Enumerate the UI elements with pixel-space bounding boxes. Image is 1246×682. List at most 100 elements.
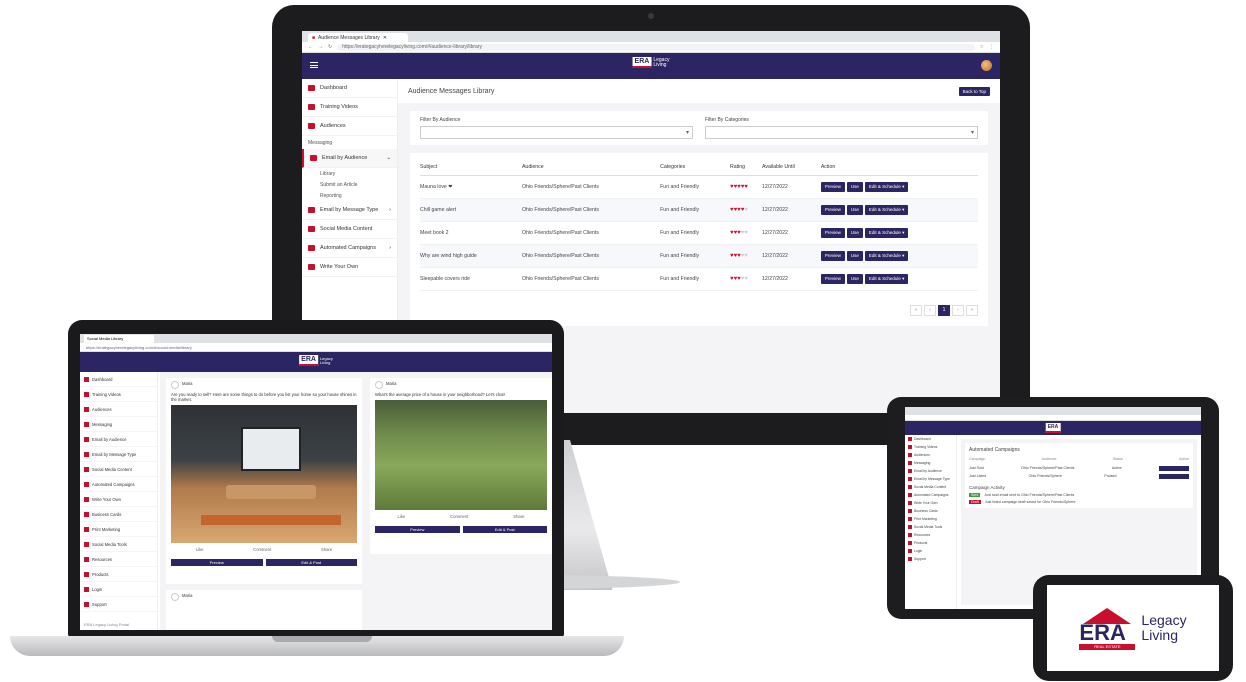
col-subject[interactable]: Subject (420, 159, 522, 176)
page-next[interactable]: › (952, 304, 964, 316)
hamburger-menu-icon[interactable] (310, 62, 318, 68)
share-button[interactable]: Share (513, 514, 524, 519)
laptop-sidebar-item[interactable]: Social Media Tools (80, 537, 157, 552)
tablet-sidebar-item[interactable]: Products (905, 539, 956, 547)
tablet-action-button[interactable] (1158, 473, 1189, 479)
laptop-sidebar-item[interactable]: Print Marketing (80, 522, 157, 537)
tablet-sidebar-item[interactable]: Email by Message Type (905, 475, 956, 483)
tablet-cell: Paused (1104, 474, 1117, 478)
page-current[interactable]: 1 (938, 304, 950, 316)
sidebar-item-write-your-own[interactable]: Write Your Own (302, 258, 397, 277)
preview-button[interactable]: Preview (820, 250, 845, 261)
sidebar-subitem-submit-article[interactable]: Submit an Article (302, 179, 397, 190)
tablet-action-button[interactable] (1158, 465, 1189, 471)
preview-button[interactable]: Preview (820, 204, 845, 215)
edit-schedule-button[interactable]: Edit & Schedule ▾ (864, 204, 909, 215)
sidebar-item-training-videos[interactable]: Training Videos (302, 98, 397, 117)
page-first[interactable]: « (910, 304, 922, 316)
laptop-sidebar-item[interactable]: Messaging (80, 417, 157, 432)
laptop-tab[interactable]: Social Media Library (84, 335, 154, 343)
menu-icon (84, 586, 89, 592)
sidebar-item-audiences[interactable]: Audiences (302, 117, 397, 136)
laptop-sidebar-item[interactable]: Login (80, 582, 157, 597)
laptop-sidebar-item[interactable]: Audiences (80, 402, 157, 417)
edit-schedule-button[interactable]: Edit & Schedule ▾ (864, 273, 909, 284)
laptop-address-bar[interactable]: https://erategacyherelegacyliving.com/#/… (80, 343, 552, 352)
use-button[interactable]: Use (846, 181, 863, 192)
tablet-sidebar-item[interactable]: Resources (905, 531, 956, 539)
tablet-sidebar-item[interactable]: Dashboard (905, 435, 956, 443)
sidebar-item-automated-campaigns[interactable]: Automated Campaigns › (302, 239, 397, 258)
tablet-sidebar-item[interactable]: Login (905, 547, 956, 555)
laptop-sidebar-item[interactable]: Business Cards (80, 507, 157, 522)
sidebar-item-dashboard[interactable]: Dashboard (302, 79, 397, 98)
edit-schedule-button[interactable]: Edit & Schedule ▾ (864, 250, 909, 261)
use-button[interactable]: Use (846, 250, 863, 261)
laptop-sidebar-item[interactable]: Write Your Own (80, 492, 157, 507)
tablet-sidebar-item[interactable]: Support (905, 555, 956, 563)
address-bar[interactable]: https://erategacyherelegacyliving.com/#/… (337, 43, 975, 51)
cell-rating: ♥♥♥♥♥ (730, 267, 762, 291)
preview-button[interactable]: Preview (820, 181, 845, 192)
laptop-sidebar-item[interactable]: Automated Campaigns (80, 477, 157, 492)
sidebar-item-email-by-message-type[interactable]: Email by Message Type › (302, 201, 397, 220)
browser-tab[interactable]: ■ Audience Messages Library ✕ (308, 33, 408, 42)
laptop-sidebar-item[interactable]: Resources (80, 552, 157, 567)
page-last[interactable]: » (966, 304, 978, 316)
category-select[interactable] (705, 126, 978, 139)
tablet-sidebar-item[interactable]: Business Cards (905, 507, 956, 515)
laptop-sidebar-item[interactable]: Training Videos (80, 387, 157, 402)
sidebar-item-email-by-audience[interactable]: Email by Audience ⌄ (302, 149, 397, 168)
laptop-sidebar-item[interactable]: Support (80, 597, 157, 612)
laptop-sidebar-item[interactable]: Products (80, 567, 157, 582)
edit-schedule-button[interactable]: Edit & Schedule ▾ (864, 181, 909, 192)
tablet-sidebar-item[interactable]: Automated Campaigns (905, 491, 956, 499)
forward-icon[interactable]: → (318, 44, 323, 50)
sidebar-subitem-reporting[interactable]: Reporting (302, 190, 397, 201)
tablet-sidebar-item[interactable]: Write Your Own (905, 499, 956, 507)
use-button[interactable]: Use (846, 204, 863, 215)
laptop-sidebar-item[interactable]: Dashboard (80, 372, 157, 387)
edit-post-button[interactable]: Edit & Post (462, 526, 547, 533)
laptop-sidebar-item[interactable]: Email by Message Type (80, 447, 157, 462)
tablet-sidebar-item[interactable]: Email by Audience (905, 467, 956, 475)
comment-button[interactable]: Comment (253, 547, 271, 552)
use-button[interactable]: Use (846, 227, 863, 238)
close-tab-icon[interactable]: ✕ (383, 35, 387, 41)
tablet-sidebar-item[interactable]: Messaging (905, 459, 956, 467)
like-button[interactable]: Like (397, 514, 405, 519)
tablet-sidebar-item[interactable]: Social Media Content (905, 483, 956, 491)
col-available-until[interactable]: Available Until (761, 159, 821, 176)
like-button[interactable]: Like (196, 547, 204, 552)
audience-select[interactable] (420, 126, 693, 139)
preview-button[interactable]: Preview (820, 227, 845, 238)
tablet-sidebar-label: Email by Message Type (914, 477, 950, 481)
sidebar-item-social-media[interactable]: Social Media Content (302, 220, 397, 239)
preview-button[interactable]: Preview (820, 273, 845, 284)
sidebar-subitem-library[interactable]: Library (302, 168, 397, 179)
preview-button[interactable]: Preview (171, 559, 263, 566)
tablet-sidebar-item[interactable]: Print Marketing (905, 515, 956, 523)
tablet-sidebar-item[interactable]: Audiences (905, 451, 956, 459)
edit-schedule-button[interactable]: Edit & Schedule ▾ (864, 227, 909, 238)
header-button[interactable]: Back to Top (958, 86, 990, 96)
user-avatar[interactable] (981, 60, 992, 71)
page-prev[interactable]: ‹ (924, 304, 936, 316)
use-button[interactable]: Use (846, 273, 863, 284)
menu-dots-icon[interactable]: ⋮ (989, 44, 994, 50)
col-audience[interactable]: Audience (521, 159, 661, 176)
comment-button[interactable]: Comment (450, 514, 468, 519)
edit-post-button[interactable]: Edit & Post (265, 559, 357, 566)
reload-icon[interactable]: ↻ (328, 44, 332, 50)
col-categories[interactable]: Categories (660, 159, 731, 176)
laptop-sidebar-label: Support (92, 601, 107, 607)
tablet-sidebar-item[interactable]: Training Videos (905, 443, 956, 451)
back-icon[interactable]: ← (308, 44, 313, 50)
tablet-sidebar-item[interactable]: Social Media Tools (905, 523, 956, 531)
laptop-sidebar-item[interactable]: Email by Audience (80, 432, 157, 447)
col-rating[interactable]: Rating (730, 159, 762, 176)
star-icon[interactable]: ☆ (980, 44, 984, 50)
laptop-sidebar-item[interactable]: Social Media Content (80, 462, 157, 477)
preview-button[interactable]: Preview (375, 526, 460, 533)
share-button[interactable]: Share (321, 547, 332, 552)
